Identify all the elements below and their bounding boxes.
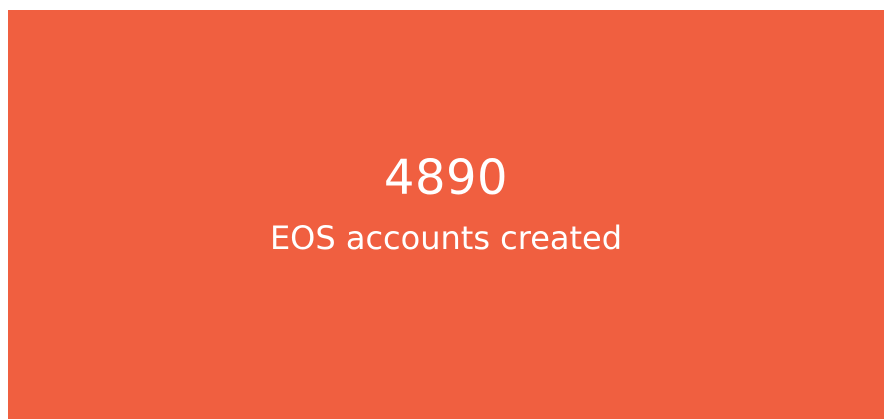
stat-value: 4890 bbox=[383, 150, 509, 206]
stat-label: EOS accounts created bbox=[269, 219, 623, 257]
stat-card: 4890 EOS accounts created bbox=[8, 10, 884, 419]
